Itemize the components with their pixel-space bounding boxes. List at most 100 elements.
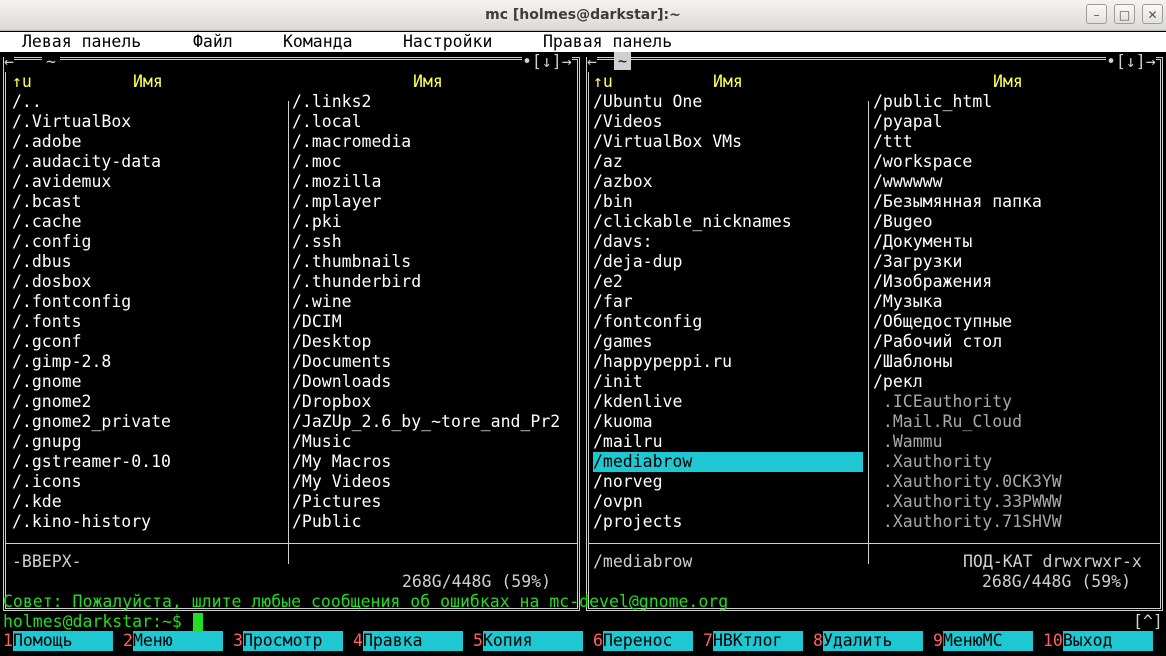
file-entry[interactable]: /clickable_nicknames	[593, 212, 792, 232]
file-entry[interactable]: .Mail.Ru_Cloud	[873, 412, 1022, 432]
file-entry[interactable]: /My Videos	[292, 472, 391, 492]
file-entry[interactable]: /e2	[593, 272, 623, 292]
file-entry[interactable]: /Desktop	[292, 332, 371, 352]
fkey-7[interactable]: 7НВКтлог	[703, 631, 803, 651]
fkey-8[interactable]: 8Удалить	[813, 631, 923, 651]
fkey-3[interactable]: 3Просмотр	[233, 631, 343, 651]
file-entry[interactable]: /mediabrow	[593, 452, 863, 472]
file-entry[interactable]: /.macromedia	[292, 132, 411, 152]
left-panel-path[interactable]: ~	[42, 52, 60, 72]
file-entry[interactable]: /Документы	[873, 232, 972, 252]
file-entry[interactable]: /Dropbox	[292, 392, 371, 412]
file-entry[interactable]: /az	[593, 152, 623, 172]
file-entry[interactable]: /.wine	[292, 292, 352, 312]
fkey-9[interactable]: 9МенюМС	[933, 631, 1033, 651]
file-entry[interactable]: /projects	[593, 512, 682, 532]
close-button[interactable]: ✕	[1142, 4, 1163, 24]
file-entry[interactable]: /Public	[292, 512, 362, 532]
maximize-button[interactable]: □	[1114, 4, 1135, 24]
file-entry[interactable]: /.gnome2_private	[12, 412, 171, 432]
file-entry[interactable]: /wwwwww	[873, 172, 943, 192]
file-entry[interactable]: .Xauthority.0CK3YW	[873, 472, 1062, 492]
file-entry[interactable]: /.config	[12, 232, 91, 252]
file-entry[interactable]: .Xauthority	[873, 452, 992, 472]
file-entry[interactable]: /.bcast	[12, 192, 82, 212]
file-entry[interactable]: /kuoma	[593, 412, 653, 432]
file-entry[interactable]: /far	[593, 292, 633, 312]
fkey-10[interactable]: 10Выход	[1043, 631, 1153, 651]
file-entry[interactable]: /.gnome	[12, 372, 82, 392]
file-entry[interactable]: /bin	[593, 192, 633, 212]
right-panel-controls[interactable]: •[↓]→	[1106, 52, 1156, 72]
file-entry[interactable]: /.kde	[12, 492, 62, 512]
file-entry[interactable]: /Downloads	[292, 372, 391, 392]
file-entry[interactable]: /.mplayer	[292, 192, 381, 212]
file-entry[interactable]: .Xauthority.71SHVW	[873, 512, 1062, 532]
file-entry[interactable]: .Wammu	[873, 432, 943, 452]
menu-command[interactable]: Команда	[283, 32, 353, 52]
file-entry[interactable]: /.kino-history	[12, 512, 151, 532]
file-entry[interactable]: /JaZUp_2.6_by_~tore_and_Pr2	[292, 412, 560, 432]
right-panel-path[interactable]: ~	[614, 52, 632, 70]
file-entry[interactable]: /рекл	[873, 372, 923, 392]
file-entry[interactable]: /Загрузки	[873, 252, 962, 272]
file-entry[interactable]: /Videos	[593, 112, 663, 132]
fkey-1[interactable]: 1Помощь	[3, 631, 113, 651]
left-col1-header[interactable]: Имя	[133, 72, 163, 92]
file-entry[interactable]: /init	[593, 372, 643, 392]
file-entry[interactable]: /public_html	[873, 92, 992, 112]
file-entry[interactable]: /.fonts	[12, 312, 82, 332]
file-entry[interactable]: /Bugeo	[873, 212, 933, 232]
file-entry[interactable]: /davs:	[593, 232, 653, 252]
file-entry[interactable]: /Documents	[292, 352, 391, 372]
menu-file[interactable]: Файл	[193, 32, 233, 52]
right-sort-indicator[interactable]: ↑u	[593, 72, 613, 92]
file-entry[interactable]: /..	[12, 92, 42, 112]
file-entry[interactable]: /workspace	[873, 152, 972, 172]
file-entry[interactable]: /deja-dup	[593, 252, 682, 272]
left-panel-controls[interactable]: •[↓]→	[522, 52, 572, 72]
file-entry[interactable]: /.moc	[292, 152, 342, 172]
file-entry[interactable]: /mailru	[593, 432, 663, 452]
file-entry[interactable]: /.gconf	[12, 332, 82, 352]
file-entry[interactable]: /Music	[292, 432, 352, 452]
file-entry[interactable]: /fontconfig	[593, 312, 702, 332]
fkey-5[interactable]: 5Копия	[473, 631, 583, 651]
file-entry[interactable]: /pyapal	[873, 112, 943, 132]
minimize-button[interactable]: –	[1086, 4, 1107, 24]
file-entry[interactable]: /.pki	[292, 212, 342, 232]
file-entry[interactable]: /Музыка	[873, 292, 943, 312]
file-entry[interactable]: /Pictures	[292, 492, 381, 512]
file-entry[interactable]: /.fontconfig	[12, 292, 131, 312]
file-entry[interactable]: /.icons	[12, 472, 82, 492]
file-entry[interactable]: /.links2	[292, 92, 371, 112]
file-entry[interactable]: /DCIM	[292, 312, 342, 332]
file-entry[interactable]: /Шаблоны	[873, 352, 952, 372]
file-entry[interactable]: /.local	[292, 112, 362, 132]
file-entry[interactable]: /azbox	[593, 172, 653, 192]
menu-left-panel[interactable]: Левая панель	[22, 32, 141, 52]
file-entry[interactable]: /.cache	[12, 212, 82, 232]
file-entry[interactable]: /ttt	[873, 132, 913, 152]
file-entry[interactable]: /Общедоступные	[873, 312, 1012, 332]
file-entry[interactable]: /kdenlive	[593, 392, 682, 412]
left-sort-indicator[interactable]: ↑u	[12, 72, 32, 92]
menu-settings[interactable]: Настройки	[403, 32, 492, 52]
file-entry[interactable]: /.gnupg	[12, 432, 82, 452]
file-entry[interactable]: /.adobe	[12, 132, 82, 152]
file-entry[interactable]: /.audacity-data	[12, 152, 161, 172]
fkey-4[interactable]: 4Правка	[353, 631, 463, 651]
file-entry[interactable]: /ovpn	[593, 492, 643, 512]
fkey-2[interactable]: 2Меню	[123, 631, 223, 651]
file-entry[interactable]: /Рабочий стол	[873, 332, 1002, 352]
file-entry[interactable]: /.thunderbird	[292, 272, 421, 292]
file-entry[interactable]: /.dbus	[12, 252, 72, 272]
file-entry[interactable]: /Изображения	[873, 272, 992, 292]
file-entry[interactable]: /.ssh	[292, 232, 342, 252]
file-entry[interactable]: /My Macros	[292, 452, 391, 472]
file-entry[interactable]: /happypeppi.ru	[593, 352, 732, 372]
file-entry[interactable]: .Xauthority.33PWWW	[873, 492, 1062, 512]
menu-right-panel[interactable]: Правая панель	[543, 32, 672, 52]
file-entry[interactable]: /.gnome2	[12, 392, 91, 412]
file-entry[interactable]: /.mozilla	[292, 172, 381, 192]
